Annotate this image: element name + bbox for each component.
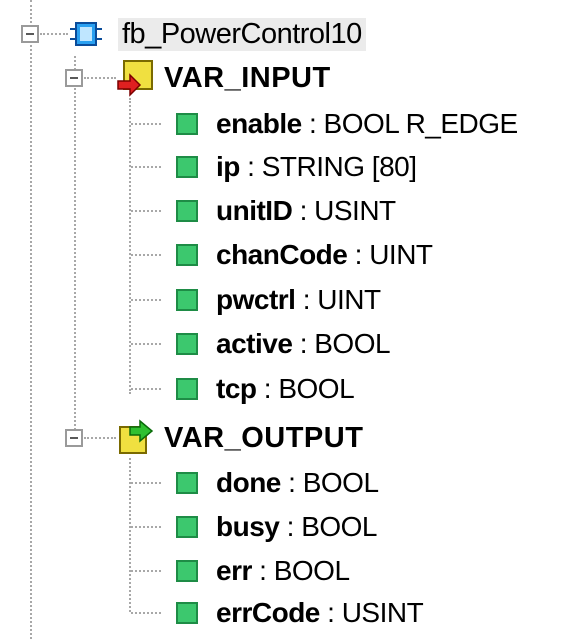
tree-item-done[interactable]: done : BOOL bbox=[176, 463, 379, 503]
variable-name: errCode bbox=[216, 597, 320, 628]
variable-icon bbox=[176, 113, 198, 135]
variable-icon bbox=[176, 472, 198, 494]
variable-name: done bbox=[216, 467, 281, 498]
root-collapse-toggle[interactable] bbox=[21, 25, 39, 43]
variable-icon bbox=[176, 602, 198, 624]
tree-item-tcp[interactable]: tcp : BOOL bbox=[176, 369, 355, 409]
variable-icon bbox=[176, 333, 198, 355]
output-folder-icon bbox=[116, 419, 154, 457]
tree-item-active[interactable]: active : BOOL bbox=[176, 324, 391, 364]
variable-icon bbox=[176, 289, 198, 311]
var-output-collapse-toggle[interactable] bbox=[65, 429, 83, 447]
tree-item-err[interactable]: err : BOOL bbox=[176, 551, 350, 591]
variable-type: : UINT bbox=[354, 239, 433, 270]
variable-type: : USINT bbox=[327, 597, 424, 628]
variable-type: : BOOL bbox=[288, 467, 379, 498]
tree-item-busy[interactable]: busy : BOOL bbox=[176, 507, 378, 547]
tree-node-var-output[interactable]: VAR_OUTPUT bbox=[116, 418, 363, 458]
variable-name: active bbox=[216, 328, 293, 359]
variable-icon bbox=[176, 200, 198, 222]
variable-name: ip bbox=[216, 151, 240, 182]
input-folder-icon bbox=[116, 59, 154, 97]
tree-item-pwctrl[interactable]: pwctrl : UINT bbox=[176, 280, 381, 320]
variable-name: busy bbox=[216, 511, 280, 542]
tree-node-var-input[interactable]: VAR_INPUT bbox=[116, 58, 331, 98]
variable-icon bbox=[176, 516, 198, 538]
root-label: fb_PowerControl10 bbox=[118, 17, 366, 51]
group-label: VAR_OUTPUT bbox=[164, 421, 364, 454]
tree-item-chancode[interactable]: chanCode : UINT bbox=[176, 235, 433, 275]
variable-name: chanCode bbox=[216, 239, 348, 270]
tree-node-root[interactable]: fb_PowerControl10 bbox=[70, 14, 366, 54]
variable-name: enable bbox=[216, 108, 302, 139]
variable-type: : UINT bbox=[302, 284, 381, 315]
variable-icon bbox=[176, 244, 198, 266]
variable-name: err bbox=[216, 555, 252, 586]
variable-type: : BOOL bbox=[263, 373, 355, 404]
variable-icon bbox=[176, 378, 198, 400]
variable-type: : STRING [80] bbox=[247, 151, 417, 182]
variable-name: unitID bbox=[216, 195, 293, 226]
variable-type: : USINT bbox=[299, 195, 397, 226]
variable-type: : BOOL bbox=[259, 555, 350, 586]
variable-type: : BOOL R_EDGE bbox=[308, 108, 518, 139]
variable-type: : BOOL bbox=[299, 328, 391, 359]
var-input-collapse-toggle[interactable] bbox=[65, 69, 83, 87]
variable-name: tcp bbox=[216, 373, 257, 404]
function-block-icon bbox=[70, 19, 104, 49]
variable-type: : BOOL bbox=[286, 511, 378, 542]
tree-item-errcode[interactable]: errCode : USINT bbox=[176, 593, 424, 633]
variable-name: pwctrl bbox=[216, 284, 296, 315]
tree-item-enable[interactable]: enable : BOOL R_EDGE bbox=[176, 104, 518, 144]
variable-icon bbox=[176, 156, 198, 178]
variable-icon bbox=[176, 560, 198, 582]
tree-item-unitid[interactable]: unitID : USINT bbox=[176, 191, 396, 231]
group-label: VAR_INPUT bbox=[164, 61, 331, 94]
tree-item-ip[interactable]: ip : STRING [80] bbox=[176, 147, 417, 187]
